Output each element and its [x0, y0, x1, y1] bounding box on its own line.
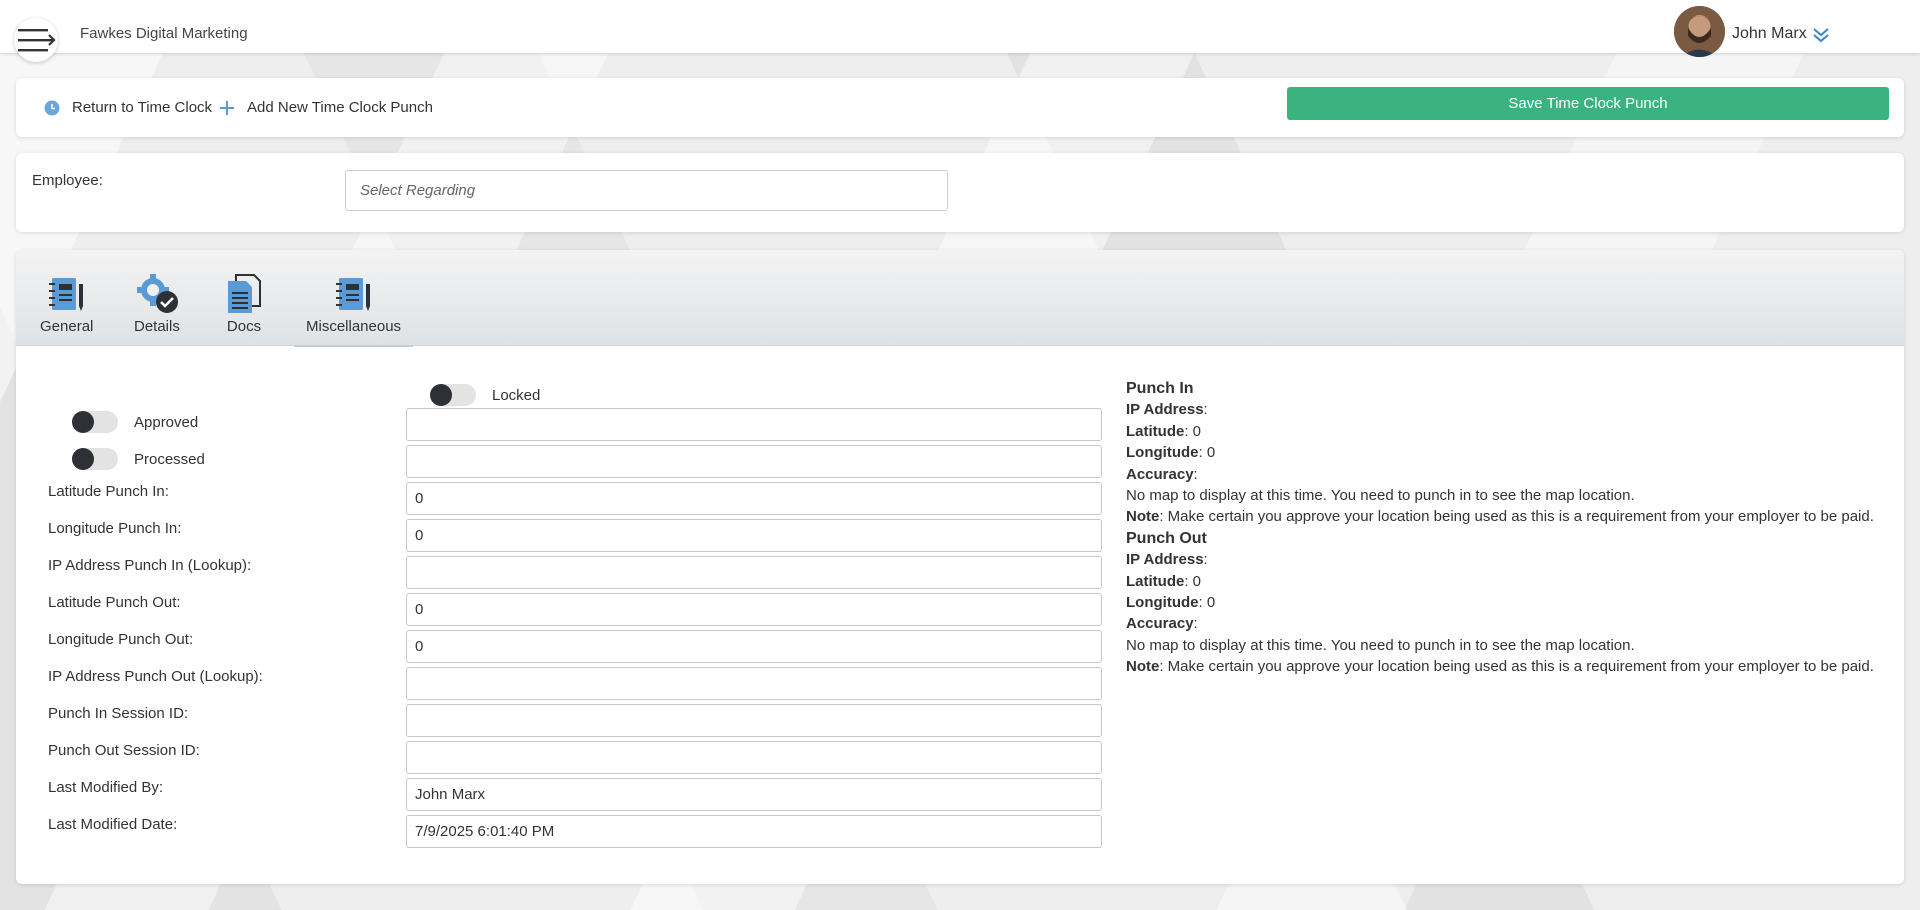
processed-label: Processed — [134, 450, 205, 468]
last-modified-by-label: Last Modified By: — [48, 779, 164, 796]
locked-label: Locked — [492, 386, 541, 404]
locked-switch[interactable] — [430, 384, 476, 406]
documents-icon — [228, 274, 261, 313]
tab-general-label: General — [40, 318, 94, 335]
latitude-punch-in-input[interactable] — [406, 482, 1102, 515]
ip-address-punch-in-input[interactable] — [406, 556, 1102, 589]
employee-card: Employee: Select Regarding — [16, 153, 1904, 232]
tab-bar: General Details Docs Miscellaneous — [16, 250, 1904, 347]
return-to-time-clock-link[interactable]: Return to Time Clock — [44, 99, 212, 116]
tab-miscellaneous-label: Miscellaneous — [306, 318, 402, 335]
punch-out-map-message: No map to display at this time. You need… — [1126, 636, 1635, 654]
processed-switch-row: Processed — [72, 448, 205, 470]
longitude-punch-in-label: Longitude Punch In: — [48, 520, 182, 537]
latitude-punch-out-label: Latitude Punch Out: — [48, 594, 181, 611]
top-bar: Fawkes Digital Marketing John Marx — [0, 0, 1920, 62]
approved-input[interactable] — [406, 408, 1102, 441]
tab-general[interactable]: General — [40, 274, 93, 335]
menu-button[interactable] — [14, 18, 58, 62]
punch-out-note: Note: Make certain you approve your loca… — [1126, 658, 1874, 676]
notebook-icon — [48, 278, 83, 311]
user-name[interactable]: John Marx — [1732, 25, 1807, 43]
ip-address-punch-in-label: IP Address Punch In (Lookup): — [48, 557, 252, 574]
punch-in-session-id-input[interactable] — [406, 704, 1102, 737]
tab-details[interactable]: Details — [134, 274, 180, 335]
punch-out-longitude: Longitude: 0 — [1126, 594, 1216, 612]
last-modified-date-input[interactable] — [406, 815, 1102, 848]
gear-check-icon — [136, 274, 178, 313]
processed-input[interactable] — [406, 445, 1102, 478]
tab-miscellaneous[interactable]: Miscellaneous — [293, 274, 414, 347]
user-menu-toggle[interactable] — [1812, 26, 1830, 49]
longitude-punch-in-input[interactable] — [406, 519, 1102, 552]
notebook-icon — [335, 278, 370, 311]
approved-label: Approved — [134, 413, 199, 431]
approved-switch-row: Approved — [72, 411, 198, 433]
punch-in-note: Note: Make certain you approve your loca… — [1126, 508, 1874, 526]
save-time-clock-punch-button[interactable]: Save Time Clock Punch — [1287, 87, 1889, 120]
processed-switch[interactable] — [72, 448, 118, 470]
latitude-punch-out-input[interactable] — [406, 593, 1102, 626]
tab-docs-label: Docs — [226, 318, 262, 335]
plus-icon — [220, 100, 234, 115]
punch-out-session-id-input[interactable] — [406, 741, 1102, 774]
punch-in-map-message: No map to display at this time. You need… — [1126, 487, 1635, 505]
last-modified-date-label: Last Modified Date: — [48, 816, 178, 833]
punch-out-ip: IP Address: — [1126, 551, 1208, 569]
punch-out-title: Punch Out — [1126, 529, 1207, 547]
add-new-punch-link[interactable]: Add New Time Clock Punch — [219, 99, 433, 116]
return-label: Return to Time Clock — [72, 99, 213, 116]
punch-in-session-id-label: Punch In Session ID: — [48, 705, 189, 722]
actions-card: Return to Time Clock Add New Time Clock … — [16, 78, 1904, 137]
punch-out-session-id-label: Punch Out Session ID: — [48, 742, 200, 759]
menu-icon — [18, 29, 56, 52]
add-label: Add New Time Clock Punch — [247, 99, 433, 116]
ip-address-punch-out-label: IP Address Punch Out (Lookup): — [48, 668, 263, 685]
locked-switch-row: Locked — [430, 384, 540, 406]
longitude-punch-out-input[interactable] — [406, 630, 1102, 663]
avatar[interactable] — [1674, 6, 1725, 57]
punch-in-latitude: Latitude: 0 — [1126, 422, 1202, 440]
punch-out-accuracy: Accuracy: — [1126, 615, 1198, 633]
clock-icon — [44, 100, 60, 115]
longitude-punch-out-label: Longitude Punch Out: — [48, 631, 194, 648]
punch-in-ip: IP Address: — [1126, 401, 1208, 419]
punch-in-info: Punch In IP Address: Latitude: 0 Longitu… — [1126, 378, 1874, 678]
employee-select-placeholder: Select Regarding — [360, 182, 476, 199]
latitude-punch-in-label: Latitude Punch In: — [48, 483, 169, 500]
punch-in-accuracy: Accuracy: — [1126, 465, 1198, 483]
company-name: Fawkes Digital Marketing — [80, 25, 248, 42]
employee-label: Employee: — [32, 172, 103, 189]
last-modified-by-input[interactable] — [406, 778, 1102, 811]
tab-docs[interactable]: Docs — [224, 274, 264, 335]
punch-in-longitude: Longitude: 0 — [1126, 444, 1216, 462]
employee-select[interactable]: Select Regarding — [345, 170, 948, 211]
punch-out-latitude: Latitude: 0 — [1126, 572, 1202, 590]
double-chevron-down-icon — [1813, 28, 1829, 43]
main-card: General Details Docs Miscellaneous Locke… — [16, 250, 1904, 884]
approved-switch[interactable] — [72, 411, 118, 433]
tab-details-label: Details — [134, 318, 180, 335]
ip-address-punch-out-input[interactable] — [406, 667, 1102, 700]
punch-in-title: Punch In — [1126, 380, 1194, 397]
